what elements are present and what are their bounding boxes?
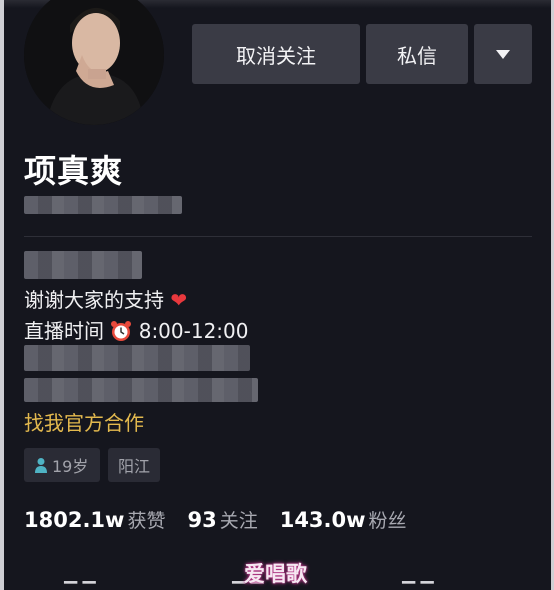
following-count[interactable]: 93 bbox=[187, 508, 216, 532]
avatar[interactable] bbox=[24, 0, 164, 125]
tab-likes-peek[interactable]: ▔ ▔ bbox=[402, 582, 434, 590]
profile-stats: 1802.1w 获赞 93 关注 143.0w 粉丝 bbox=[24, 506, 429, 533]
watermark: 爱唱歌 bbox=[244, 562, 307, 586]
heart-icon: ❤ bbox=[170, 288, 188, 312]
city-tag-label: 阳江 bbox=[118, 457, 151, 476]
avatar-photo bbox=[24, 0, 164, 125]
alarm-clock-icon bbox=[111, 321, 132, 341]
followers-count[interactable]: 143.0w bbox=[280, 508, 366, 532]
more-options-button[interactable] bbox=[474, 24, 532, 84]
blurred-account-id bbox=[24, 196, 182, 214]
official-cooperation-link[interactable]: 找我官方合作 bbox=[24, 407, 144, 436]
following-label[interactable]: 关注 bbox=[220, 506, 258, 533]
profile-name: 项真爽 bbox=[24, 152, 124, 190]
profile-screen: 取消关注 私信 项真爽 谢谢大家的支持 ❤ 直播时间 8:00-12:00 找我… bbox=[4, 0, 551, 590]
bio-thanks-text: 谢谢大家的支持 bbox=[24, 288, 164, 312]
chevron-down-icon bbox=[496, 49, 510, 59]
blurred-bio-line bbox=[24, 251, 142, 279]
unfollow-button[interactable]: 取消关注 bbox=[192, 24, 360, 84]
live-time-label: 直播时间 bbox=[24, 319, 104, 343]
bio-line-2: 直播时间 8:00-12:00 bbox=[24, 315, 248, 344]
divider bbox=[24, 236, 532, 237]
live-time-value: 8:00-12:00 bbox=[138, 319, 249, 343]
city-tag: 阳江 bbox=[108, 448, 160, 482]
bio-line-1: 谢谢大家的支持 ❤ bbox=[24, 284, 187, 313]
age-tag-label: 19岁 bbox=[52, 457, 89, 476]
age-tag: 19岁 bbox=[24, 448, 100, 482]
likes-count: 1802.1w bbox=[24, 508, 125, 532]
likes-label: 获赞 bbox=[127, 510, 166, 532]
followers-label[interactable]: 粉丝 bbox=[369, 506, 407, 533]
blurred-bio-line bbox=[24, 345, 250, 371]
person-icon bbox=[35, 458, 47, 473]
message-button[interactable]: 私信 bbox=[366, 24, 468, 84]
blurred-bio-line bbox=[24, 378, 258, 402]
tab-works-peek[interactable]: ▔ ▔ bbox=[64, 582, 96, 590]
